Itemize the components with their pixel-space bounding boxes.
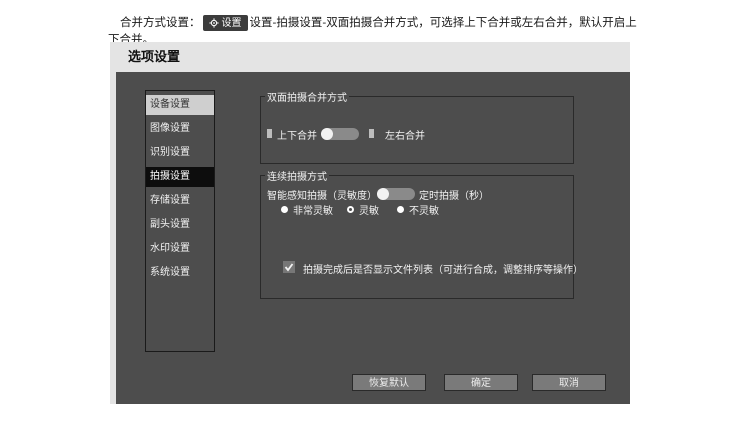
merge-mode-group: 双面拍摄合并方式 上下合并 左右合并 xyxy=(260,89,574,164)
ok-button[interactable]: 确定 xyxy=(444,374,518,391)
merge-mode-toggle[interactable] xyxy=(321,128,359,140)
cancel-button[interactable]: 取消 xyxy=(532,374,606,391)
top-bottom-merge-icon xyxy=(267,129,272,138)
capture-mode-toggle[interactable] xyxy=(377,188,415,200)
dialog-title: 选项设置 xyxy=(128,50,181,65)
sidebar-item-capture[interactable]: 拍摄设置 xyxy=(146,167,214,187)
paragraph-line-1: 合并方式设置： 设置 设置-拍摄设置-双面拍摄合并方式，可选择上下合并或左右合并，默… xyxy=(120,14,637,31)
gear-icon xyxy=(208,18,219,28)
options-dialog: 选项设置 设备设置 图像设置 识别设置 拍摄设置 存储设置 副头设置 水印设置 … xyxy=(110,42,630,404)
sidebar-item-system[interactable]: 系统设置 xyxy=(146,263,214,283)
inline-settings-button: 设置 xyxy=(202,15,248,31)
sidebar-item-recognition[interactable]: 识别设置 xyxy=(146,143,214,163)
sidebar-item-storage[interactable]: 存储设置 xyxy=(146,191,214,211)
dialog-body: 设备设置 图像设置 识别设置 拍摄设置 存储设置 副头设置 水印设置 系统设置 … xyxy=(116,72,630,404)
smart-capture-label: 智能感知拍摄（灵敏度） xyxy=(267,191,377,202)
sidebar-item-watermark[interactable]: 水印设置 xyxy=(146,239,214,259)
left-right-merge-label: 左右合并 xyxy=(385,131,425,142)
sidebar-item-device[interactable]: 设备设置 xyxy=(146,95,214,115)
show-file-list-label: 拍摄完成后是否显示文件列表（可进行合成，调整排序等操作） xyxy=(303,265,583,276)
radio-very-sensitive-label: 非常灵敏 xyxy=(293,206,333,217)
radio-very-sensitive[interactable] xyxy=(281,206,288,213)
sidebar-item-image[interactable]: 图像设置 xyxy=(146,119,214,139)
toggle-knob xyxy=(321,128,333,140)
checkmark-icon xyxy=(284,263,294,272)
top-bottom-merge-label: 上下合并 xyxy=(277,131,317,142)
radio-insensitive-label: 不灵敏 xyxy=(409,206,439,217)
show-file-list-checkbox[interactable] xyxy=(283,261,295,273)
merge-mode-group-title: 双面拍摄合并方式 xyxy=(265,89,349,104)
toggle-knob xyxy=(377,188,389,200)
paragraph-text-before: 合并方式设置： xyxy=(120,15,201,29)
continuous-capture-group: 连续拍摄方式 智能感知拍摄（灵敏度） 定时拍摄（秒） 非常灵敏 灵敏 不灵敏 拍… xyxy=(260,168,583,299)
sidebar-item-secondary-camera[interactable]: 副头设置 xyxy=(146,215,214,235)
continuous-capture-group-title: 连续拍摄方式 xyxy=(265,168,329,183)
radio-sensitive[interactable] xyxy=(347,206,354,213)
radio-insensitive[interactable] xyxy=(397,206,404,213)
inline-settings-label: 设置 xyxy=(221,17,242,29)
radio-sensitive-label: 灵敏 xyxy=(359,206,379,217)
paragraph-text-after: 设置-拍摄设置-双面拍摄合并方式，可选择上下合并或左右合并，默认开启上 xyxy=(249,15,637,29)
timed-capture-label: 定时拍摄（秒） xyxy=(419,191,489,202)
restore-defaults-button[interactable]: 恢复默认 xyxy=(352,374,426,391)
settings-sidebar: 设备设置 图像设置 识别设置 拍摄设置 存储设置 副头设置 水印设置 系统设置 xyxy=(145,90,215,352)
left-right-merge-icon xyxy=(369,129,374,138)
